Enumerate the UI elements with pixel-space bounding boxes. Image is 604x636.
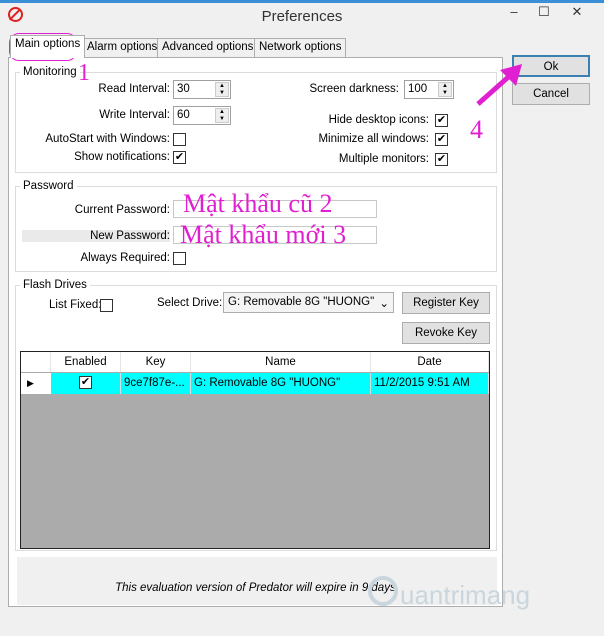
select-drive-label: Select Drive:	[157, 297, 223, 309]
always-required-checkbox[interactable]	[173, 252, 186, 265]
maximize-button[interactable]: ☐	[533, 4, 555, 24]
annotation-4: 4	[470, 115, 483, 144]
new-password-label: New Password:	[90, 230, 170, 242]
screen-darkness-label: Screen darkness:	[309, 83, 400, 95]
write-interval-label: Write Interval:	[99, 109, 170, 121]
table-row-key[interactable]: 9ce7f87e-...	[121, 373, 191, 394]
minimize-button[interactable]: –	[503, 4, 525, 24]
column-enabled[interactable]: Enabled	[51, 352, 121, 372]
multiple-monitors-label: Multiple monitors:	[338, 153, 429, 165]
minimize-windows-checkbox[interactable]: ✔	[435, 133, 448, 146]
window-top-border	[0, 0, 604, 3]
write-interval-spinner[interactable]: 60 ▲ ▼	[173, 106, 231, 125]
tab-main-options[interactable]: Main options	[10, 35, 86, 58]
autostart-label: AutoStart with Windows:	[45, 133, 170, 145]
notifications-label: Show notifications:	[74, 151, 170, 163]
column-date[interactable]: Date	[371, 352, 489, 372]
selected-drive-value: G: Removable 8G "HUONG"	[228, 296, 375, 308]
annotation-arrow-icon	[476, 64, 522, 106]
column-key[interactable]: Key	[121, 352, 191, 372]
tab-advanced-options[interactable]: Advanced options	[157, 38, 259, 58]
current-password-label: Current Password:	[74, 204, 170, 216]
screen-darkness-spinner[interactable]: 100 ▲ ▼	[404, 80, 454, 99]
read-interval-value: 30	[177, 83, 190, 95]
tab-alarm-options[interactable]: Alarm options	[82, 38, 163, 58]
minimize-windows-label: Minimize all windows:	[318, 133, 429, 145]
table-row-enabled[interactable]: ✔	[51, 373, 121, 394]
chevron-down-icon: ⌄	[379, 298, 389, 310]
spinner-arrows-icon[interactable]: ▲ ▼	[438, 82, 452, 97]
drives-grid[interactable]: Enabled Key Name Date ▶ ✔ 9ce7f87e-... G…	[20, 351, 490, 549]
row-header-corner	[21, 352, 51, 372]
flash-drives-legend: Flash Drives	[23, 279, 87, 291]
watermark: uantrimang	[400, 580, 531, 610]
hide-icons-label: Hide desktop icons:	[328, 114, 429, 126]
tab-network-options[interactable]: Network options	[254, 38, 347, 58]
column-name[interactable]: Name	[191, 352, 371, 372]
list-fixed-label: List Fixed:	[49, 299, 102, 311]
row-enabled-checkbox[interactable]: ✔	[79, 376, 92, 389]
row-selector-icon[interactable]: ▶	[21, 373, 51, 394]
table-row-name[interactable]: G: Removable 8G "HUONG"	[191, 373, 371, 394]
read-interval-label: Read Interval:	[98, 83, 170, 95]
always-required-label: Always Required:	[80, 252, 170, 264]
read-interval-spinner[interactable]: 30 ▲ ▼	[173, 80, 231, 99]
select-drive-dropdown[interactable]: G: Removable 8G "HUONG" ⌄	[223, 292, 394, 313]
monitoring-legend: Monitoring	[23, 66, 77, 78]
register-key-button[interactable]: Register Key	[402, 292, 490, 314]
table-row-date[interactable]: 11/2/2015 9:51 AM	[371, 373, 489, 394]
spinner-arrows-icon[interactable]: ▲ ▼	[215, 108, 229, 123]
screen-darkness-value: 100	[408, 83, 428, 95]
close-button[interactable]: ✕	[566, 4, 588, 24]
watermark-logo-icon	[368, 576, 398, 606]
autostart-checkbox[interactable]	[173, 133, 186, 146]
spinner-arrows-icon[interactable]: ▲ ▼	[215, 82, 229, 97]
multiple-monitors-checkbox[interactable]: ✔	[435, 153, 448, 166]
list-fixed-checkbox[interactable]	[100, 299, 113, 312]
revoke-key-button[interactable]: Revoke Key	[402, 322, 490, 344]
hide-icons-checkbox[interactable]: ✔	[435, 114, 448, 127]
notifications-checkbox[interactable]: ✔	[173, 151, 186, 164]
annotation-3: Mật khẩu mới 3	[180, 220, 347, 249]
password-legend: Password	[23, 180, 74, 192]
write-interval-value: 60	[177, 109, 190, 121]
annotation-2: Mật khẩu cũ 2	[183, 189, 333, 218]
annotation-1: 1	[78, 60, 90, 86]
